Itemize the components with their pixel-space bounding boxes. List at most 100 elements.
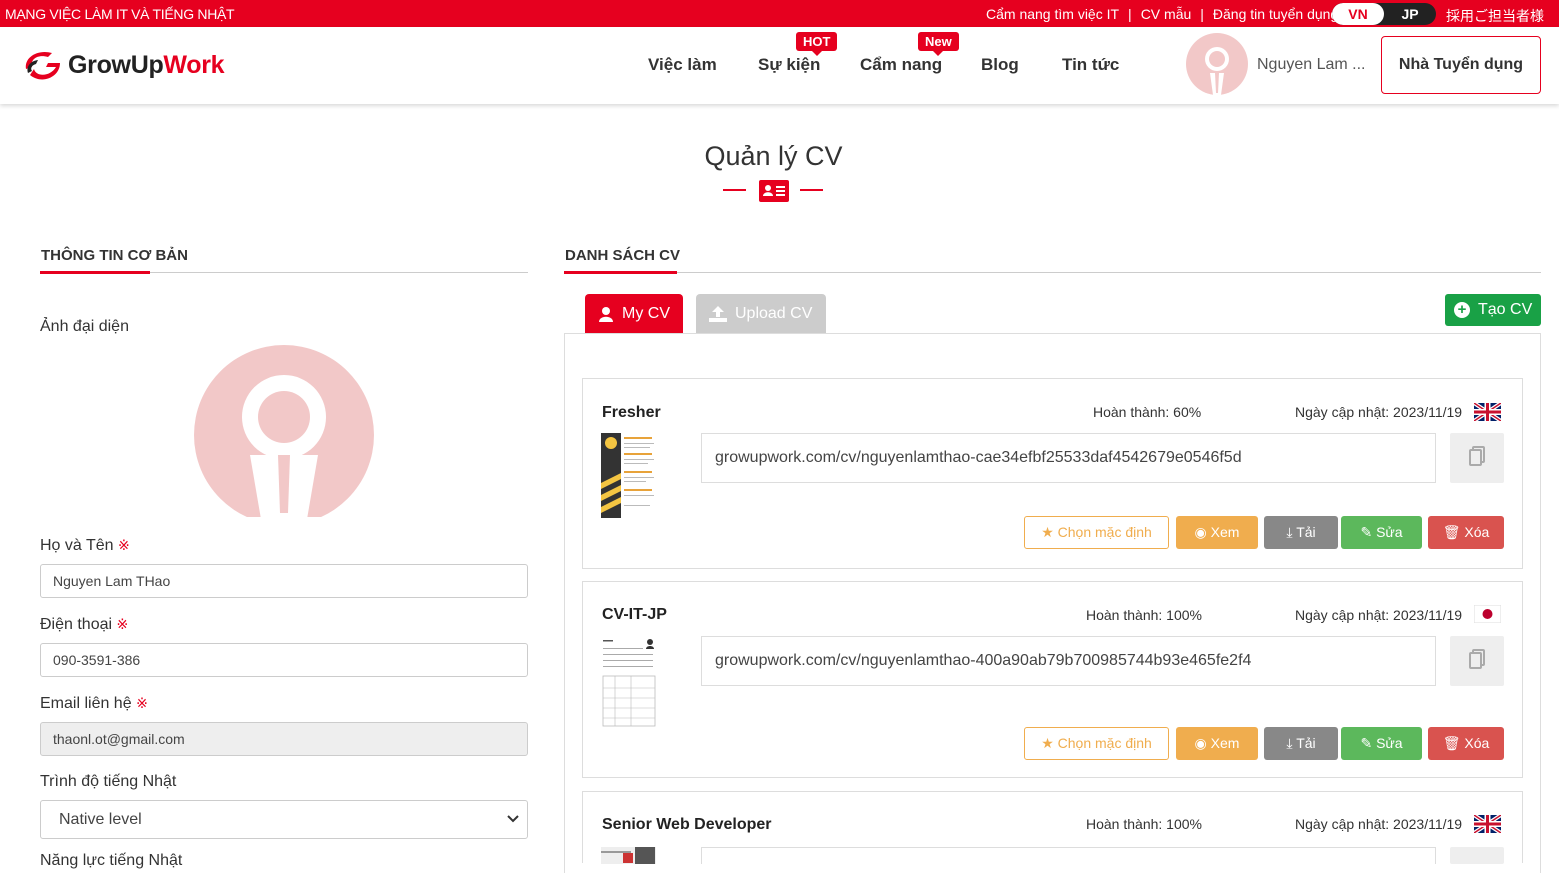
edit-icon: ✎ [1360, 735, 1373, 751]
cv-card: Senior Web Developer Hoàn thành: 100% Ng… [582, 791, 1523, 864]
cv-name[interactable]: Fresher [602, 404, 661, 422]
delete-button[interactable]: 🗑 Xóa [1428, 727, 1504, 760]
japanese-level-value: Native level [59, 811, 142, 828]
set-default-button[interactable]: ★ Chọn mặc định [1024, 727, 1169, 760]
edit-button[interactable]: ✎ Sửa [1341, 727, 1422, 760]
email-label-text: Email liên hệ [40, 695, 132, 712]
logo-text-right: Work [163, 50, 225, 79]
fullname-label-text: Họ và Tên [40, 537, 114, 554]
edit-icon: ✎ [1360, 524, 1373, 540]
delete-label: Xóa [1464, 524, 1490, 540]
top-link-handbook[interactable]: Cẩm nang tìm việc IT [986, 6, 1119, 22]
nav-jobs[interactable]: Việc làm [648, 55, 717, 75]
cv-url-field[interactable]: growupwork.com/cv/nguyenlamthao-cae34efb… [701, 433, 1436, 483]
email-label: Email liên hệ ※ [40, 695, 148, 713]
tab-my-cv[interactable]: My CV [585, 294, 683, 334]
copy-url-button[interactable] [1450, 433, 1504, 483]
cv-thumbnail[interactable] [601, 847, 656, 864]
delete-button[interactable]: 🗑 Xóa [1428, 516, 1504, 549]
japanese-level-label: Trình độ tiếng Nhật [40, 773, 177, 790]
copy-icon [1469, 652, 1482, 669]
copy-url-button[interactable] [1450, 636, 1504, 686]
set-default-button[interactable]: ★ Chọn mặc định [1024, 516, 1169, 549]
cv-url-field[interactable] [701, 847, 1436, 864]
download-icon: ⤓ [1286, 524, 1293, 540]
tab-my-cv-label: My CV [622, 305, 670, 322]
uk-flag-icon [1474, 403, 1501, 421]
view-button[interactable]: ◉ Xem [1176, 516, 1258, 549]
create-cv-label: Tạo CV [1478, 301, 1533, 318]
edit-label: Sửa [1376, 524, 1403, 540]
phone-label: Điện thoại ※ [40, 616, 128, 634]
download-label: Tải [1296, 735, 1316, 751]
logo-text-left: GrowUp [68, 50, 164, 79]
language-toggle[interactable]: VN JP [1332, 3, 1436, 25]
heading-underline [564, 271, 677, 274]
divider: | [1128, 6, 1132, 22]
copy-url-button[interactable] [1450, 847, 1504, 864]
japanese-level-select[interactable]: Native level [40, 800, 528, 839]
view-button[interactable]: ◉ Xem [1176, 727, 1258, 760]
download-label: Tải [1296, 524, 1316, 540]
download-button[interactable]: ⤓ Tải [1264, 516, 1338, 549]
lang-jp-option[interactable]: JP [1384, 3, 1436, 25]
plus-icon: + [1454, 302, 1470, 318]
cv-updated-date: Ngày cập nhật: 2023/11/19 [1295, 607, 1463, 623]
lang-vn-option[interactable]: VN [1332, 3, 1384, 25]
japanese-ability-label: Năng lực tiếng Nhật [40, 852, 183, 869]
create-cv-button[interactable]: + Tạo CV [1445, 294, 1541, 326]
cv-updated-date: Ngày cập nhật: 2023/11/19 [1295, 816, 1463, 832]
cv-progress: Hoàn thành: 100% [1086, 816, 1202, 832]
divider: | [1200, 6, 1204, 22]
hot-badge: HOT [796, 32, 838, 56]
cv-thumbnail[interactable] [601, 636, 656, 728]
set-default-label: Chọn mặc định [1057, 524, 1152, 540]
cv-thumbnail[interactable] [601, 433, 656, 518]
edit-button[interactable]: ✎ Sửa [1341, 516, 1422, 549]
uk-flag-icon [1474, 815, 1501, 833]
cv-name[interactable]: CV-IT-JP [602, 606, 667, 624]
upload-icon [709, 306, 727, 322]
top-link-post-job[interactable]: Đăng tin tuyển dụng [1213, 6, 1338, 22]
top-link-cv-template[interactable]: CV mẫu [1141, 6, 1192, 22]
cv-list-heading: DANH SÁCH CV [565, 247, 681, 264]
site-tagline: MẠNG VIỆC LÀM IT VÀ TIẾNG NHẬT [5, 6, 235, 22]
fullname-label: Họ và Tên ※ [40, 537, 130, 555]
cv-progress: Hoàn thành: 100% [1086, 607, 1202, 623]
recruiter-button[interactable]: Nhà Tuyển dụng [1381, 36, 1541, 94]
eye-icon: ◉ [1194, 735, 1207, 751]
top-links: Cẩm nang tìm việc IT | CV mẫu | Đăng tin… [986, 6, 1338, 22]
nav-news[interactable]: Tin tức [1062, 55, 1119, 75]
edit-label: Sửa [1376, 735, 1403, 751]
nav-blog[interactable]: Blog [981, 55, 1019, 75]
trash-icon: 🗑 [1442, 735, 1461, 751]
profile-avatar[interactable] [194, 345, 374, 517]
fullname-input[interactable]: Nguyen Lam THao [40, 564, 528, 598]
heading-underline [40, 271, 150, 274]
copy-icon [1469, 449, 1482, 466]
site-logo[interactable]: GrowUpWork [20, 47, 225, 83]
nav-handbook[interactable]: Cẩm nang [860, 55, 942, 75]
required-mark: ※ [136, 695, 148, 711]
tab-upload-cv-label: Upload CV [735, 305, 813, 322]
phone-input[interactable]: 090-3591-386 [40, 643, 528, 677]
user-name[interactable]: Nguyen Lam ... [1257, 56, 1366, 74]
required-mark: ※ [116, 616, 129, 632]
user-icon [599, 307, 613, 322]
email-input: thaonl.ot@gmail.com [40, 722, 528, 756]
download-button[interactable]: ⤓ Tải [1264, 727, 1338, 760]
cv-card: CV-IT-JP Hoàn thành: 100% Ngày cập nhật:… [582, 581, 1523, 778]
chevron-down-icon [507, 815, 519, 823]
top-link-recruiter-jp[interactable]: 採用ご担当者様 [1446, 6, 1544, 26]
main-header: GrowUpWork Việc làm Sự kiện HOT Cẩm nang… [0, 27, 1559, 104]
divider [564, 272, 1541, 273]
logo-text: GrowUpWork [68, 50, 225, 80]
delete-label: Xóa [1464, 735, 1490, 751]
avatar-label: Ảnh đại diện [40, 318, 129, 335]
nav-events[interactable]: Sự kiện [758, 55, 820, 75]
cv-progress: Hoàn thành: 60% [1093, 404, 1202, 420]
cv-name[interactable]: Senior Web Developer [602, 816, 772, 834]
user-avatar[interactable] [1186, 33, 1248, 95]
cv-url-field[interactable]: growupwork.com/cv/nguyenlamthao-400a90ab… [701, 636, 1436, 686]
tab-upload-cv[interactable]: Upload CV [696, 294, 826, 334]
